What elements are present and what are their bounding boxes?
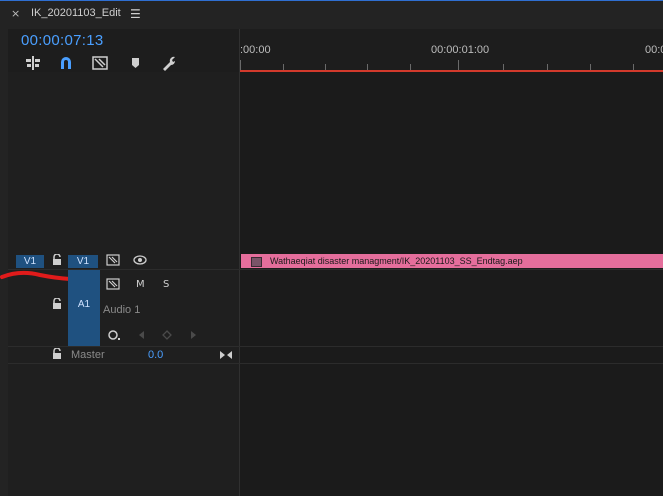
ruler-label-one-second: 00:00:01:00	[431, 44, 490, 56]
mute-track-button[interactable]: M	[136, 279, 145, 290]
snap-magnet-icon[interactable]	[57, 55, 75, 71]
timeline-track-area[interactable]	[240, 72, 663, 496]
track-separator	[8, 346, 663, 347]
clip-fx-badge-icon	[251, 257, 262, 267]
panel-menu-icon[interactable]: ☰	[130, 7, 141, 21]
track-separator	[8, 363, 663, 364]
panel-divider	[239, 29, 240, 496]
go-to-out-point-icon[interactable]	[219, 350, 233, 363]
prev-keyframe-icon[interactable]	[137, 330, 145, 343]
track-target-a1[interactable]: A1	[68, 270, 100, 346]
track-headers-panel	[8, 72, 239, 496]
ruler-tick	[458, 60, 459, 70]
ruler-tick	[240, 60, 241, 70]
source-patch-v1[interactable]: V1	[16, 255, 44, 268]
sequence-tab-title[interactable]: IK_20201103_Edit	[31, 7, 121, 19]
timeline-settings-wrench-icon[interactable]	[160, 55, 178, 71]
voice-record-icon[interactable]	[107, 329, 121, 344]
lock-track-v1-icon[interactable]	[52, 253, 62, 269]
panel-frame	[0, 1, 8, 496]
ruler-label-start: :00:00	[240, 44, 271, 56]
master-track-label: Master	[71, 349, 105, 361]
red-annotation-stroke	[0, 270, 72, 281]
solo-track-button[interactable]: S	[163, 279, 169, 290]
playhead-timecode[interactable]: 00:00:07:13	[21, 32, 104, 49]
audio-track-name[interactable]: Audio 1	[103, 304, 140, 316]
insert-nest-icon[interactable]	[24, 55, 42, 71]
lock-track-a1-icon[interactable]	[52, 297, 62, 313]
linked-selection-icon[interactable]	[91, 55, 109, 71]
work-area-bar[interactable]	[240, 70, 663, 72]
sync-lock-a1-icon[interactable]	[106, 278, 120, 293]
lock-master-icon[interactable]	[52, 347, 62, 363]
ruler-label-next: 00:0	[645, 44, 663, 56]
video-clip[interactable]: Wathaeqiat disaster managment/IK_2020110…	[241, 254, 663, 268]
add-keyframe-icon[interactable]	[162, 330, 172, 343]
next-keyframe-icon[interactable]	[190, 330, 198, 343]
master-volume-value[interactable]: 0.0	[148, 349, 163, 361]
toggle-output-eye-icon[interactable]	[133, 255, 147, 268]
add-marker-icon[interactable]	[127, 55, 145, 71]
track-target-v1[interactable]: V1	[68, 255, 98, 268]
clip-label: Wathaeqiat disaster managment/IK_2020110…	[270, 256, 523, 266]
close-tab-icon[interactable]: ×	[11, 7, 20, 20]
track-separator	[8, 269, 663, 270]
sync-lock-v1-icon[interactable]	[106, 254, 120, 269]
